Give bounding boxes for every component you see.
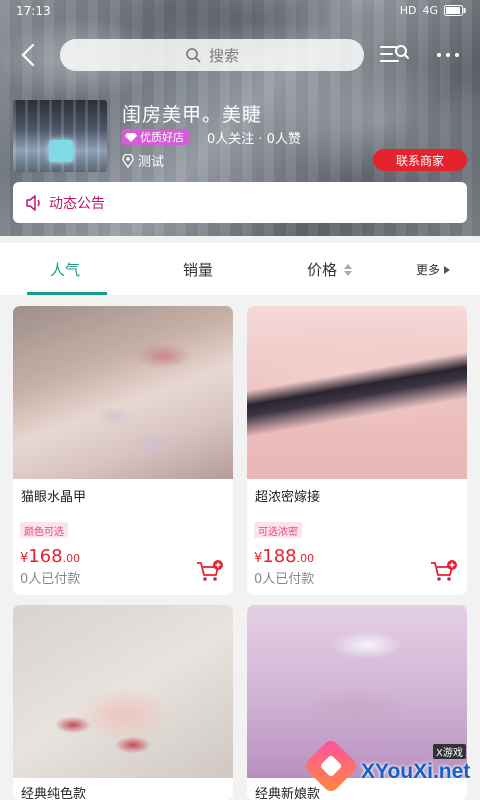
- badge-label: 优质好店: [140, 131, 184, 144]
- contact-merchant-button[interactable]: 联系商家: [373, 149, 467, 171]
- tab-more-label: 更多: [416, 263, 441, 277]
- quality-store-badge: 优质好店: [122, 129, 189, 145]
- back-button[interactable]: [14, 40, 44, 70]
- product-card[interactable]: 超浓密嫁接 可选浓密 ¥ 188 .00 0人已付款: [247, 306, 467, 595]
- product-card[interactable]: 猫眼水晶甲 颜色可选 ¥ 168 .00 0人已付款: [13, 306, 233, 595]
- store-name: 闺房美甲。美睫: [122, 104, 263, 126]
- product-tag: 可选浓密: [254, 522, 302, 538]
- location-pin-icon: [122, 153, 134, 168]
- tab-sales[interactable]: 销量: [183, 259, 213, 280]
- product-sold-count: 0人已付款: [20, 572, 81, 587]
- add-to-cart-icon[interactable]: [196, 560, 224, 584]
- product-card[interactable]: 经典纯色款: [13, 605, 233, 800]
- chevron-left-icon: [21, 43, 35, 67]
- product-title: 超浓密嫁接: [255, 490, 321, 505]
- search-input[interactable]: 搜索: [60, 39, 364, 71]
- price-currency: ¥: [254, 551, 263, 566]
- search-icon: [186, 48, 201, 63]
- price-currency: ¥: [20, 551, 29, 566]
- product-sold-count: 0人已付款: [254, 572, 315, 587]
- status-time: 17:13: [16, 4, 51, 18]
- triangle-right-icon: [444, 265, 451, 274]
- watermark-logo-icon: [302, 737, 360, 795]
- dot-icon: [437, 53, 441, 57]
- price-integer: 168: [28, 546, 63, 567]
- store-photo: [13, 100, 107, 172]
- site-watermark: X游戏 XYouXi.net: [302, 737, 478, 800]
- product-price: ¥ 188 .00: [254, 546, 314, 567]
- active-tab-indicator: [27, 292, 107, 295]
- sort-tabs: 人气 销量 价格 更多: [0, 243, 480, 295]
- diamond-icon: [125, 133, 137, 142]
- category-list-button[interactable]: [378, 40, 410, 70]
- product-image: [247, 306, 467, 479]
- status-bar: 17:13 HD 4G: [0, 0, 480, 26]
- tab-popular[interactable]: 人气: [50, 259, 80, 280]
- search-placeholder: 搜索: [208, 46, 239, 65]
- signal-hd-label: HD: [399, 4, 417, 17]
- product-title: 经典纯色款: [21, 787, 87, 800]
- watermark-brand: XYouXi.net: [361, 760, 471, 783]
- tab-price[interactable]: 价格: [307, 259, 353, 280]
- more-options-button[interactable]: [430, 40, 466, 70]
- product-image: [13, 605, 233, 778]
- tab-price-label: 价格: [307, 261, 338, 279]
- price-decimal: .00: [296, 552, 315, 565]
- store-stats: 0人关注 · 0人赞: [207, 132, 301, 147]
- tab-more[interactable]: 更多: [416, 261, 451, 278]
- product-image: [13, 306, 233, 479]
- price-decimal: .00: [62, 552, 81, 565]
- status-icons: HD 4G: [400, 4, 466, 17]
- sort-arrows-icon: [344, 263, 353, 276]
- add-to-cart-icon[interactable]: [430, 560, 458, 584]
- product-tag: 颜色可选: [20, 522, 68, 538]
- price-integer: 188: [262, 546, 297, 567]
- speaker-icon: [26, 194, 40, 211]
- product-price: ¥ 168 .00: [20, 546, 80, 567]
- watermark-sub: X游戏: [433, 744, 466, 759]
- battery-icon: [444, 5, 466, 16]
- location-label: 测试: [138, 155, 165, 170]
- notice-card[interactable]: 动态公告: [13, 182, 467, 223]
- notice-label: 动态公告: [49, 195, 105, 212]
- product-title: 猫眼水晶甲: [21, 490, 87, 505]
- dot-icon: [455, 53, 459, 57]
- signal-4g-label: 4G: [422, 4, 438, 17]
- list-search-icon: [380, 45, 409, 62]
- dot-icon: [446, 53, 450, 57]
- store-location: 测试: [122, 151, 164, 170]
